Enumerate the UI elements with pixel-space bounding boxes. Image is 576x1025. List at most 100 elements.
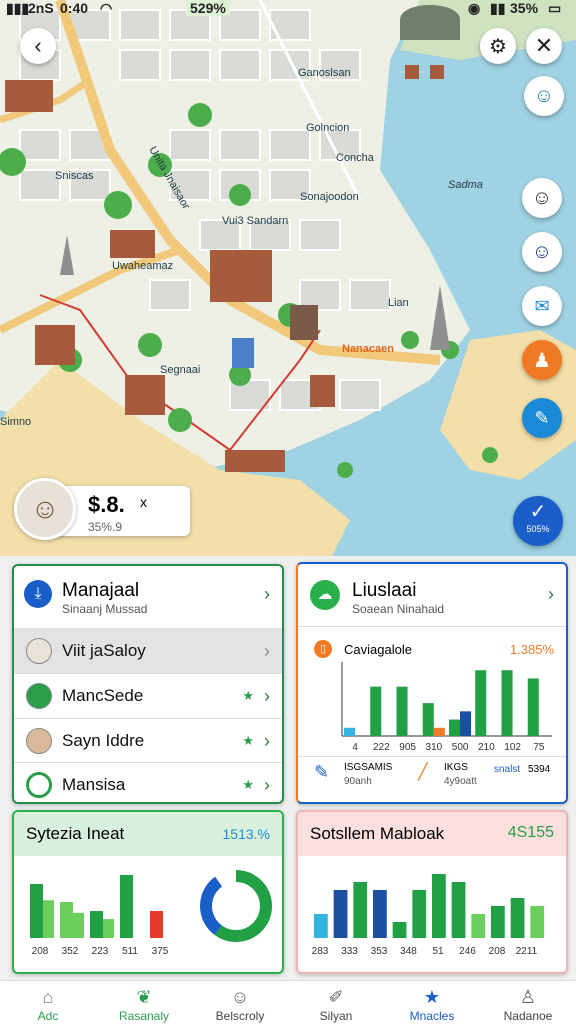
status-bar: ▮▮▮ 2nS 0:40 ◠ 529% ◉ ▮▮ 35% ▭: [0, 0, 576, 18]
chart-value: 1.385%: [509, 642, 554, 657]
card-title: Liuslaai: [352, 580, 417, 601]
person-icon: ☺: [531, 186, 553, 209]
nav-label: Adc: [37, 1009, 59, 1023]
chat-icon: ✉: [534, 295, 550, 316]
person-icon: ♟: [533, 349, 551, 372]
done-button[interactable]: ✓ 505%: [513, 496, 563, 546]
list-item-label: MancSede: [62, 686, 144, 705]
bar: [451, 882, 466, 938]
chevron-left-icon: ‹: [34, 33, 42, 58]
chip-value: $.8.: [88, 492, 125, 517]
pen-icon: ╱: [418, 764, 428, 781]
back-button[interactable]: ‹: [20, 28, 56, 64]
nav-item-home[interactable]: ⌂ Adc: [0, 981, 96, 1025]
footer-a: ISGSAMIS: [344, 762, 393, 773]
contact-avatar[interactable]: ☺: [522, 178, 562, 218]
person-icon: ☺: [531, 240, 553, 263]
chart-icon: ▯: [314, 640, 332, 658]
nav-item-edit[interactable]: ✐ Silyan: [288, 981, 384, 1025]
bar: [150, 911, 163, 938]
tick-label: 511: [122, 946, 138, 957]
avatar: [26, 638, 52, 664]
tick-label: 102: [504, 742, 521, 753]
star-icon: ★: [423, 987, 441, 1007]
bar: [90, 911, 103, 938]
tick-label: 905: [399, 742, 416, 753]
tick-label: 333: [341, 946, 358, 957]
tick-label: 75: [533, 742, 545, 753]
avatar: [26, 683, 52, 709]
tick-label: 310: [426, 742, 443, 753]
tick-label: 352: [62, 946, 79, 957]
map-label: Nanacaen: [342, 343, 394, 355]
map-label: Sniscas: [55, 170, 94, 182]
nav-label: Mnacles: [409, 1009, 455, 1023]
card-summary: Sotsllem Mabloak 4S155 283 333 353 348 51 246…: [296, 810, 568, 974]
nav-label: Belscroly: [215, 1009, 265, 1023]
signal-icon: ▮▮▮: [6, 0, 30, 16]
bar: [60, 902, 73, 938]
bar: [449, 719, 461, 736]
footer-d: 5394: [528, 764, 551, 775]
list-item[interactable]: Mansisa ★ ›: [14, 762, 282, 802]
map-label: Lian: [388, 297, 409, 309]
person-icon: ☺: [533, 84, 555, 107]
chevron-right-icon: ›: [264, 774, 270, 795]
upload-icon: ⤓: [24, 580, 52, 608]
nav-item-star[interactable]: ★ Mnacles: [384, 981, 480, 1025]
location-icon: ◉: [468, 0, 481, 16]
message-button[interactable]: ✎: [522, 398, 562, 438]
alert-button[interactable]: ♟: [522, 340, 562, 380]
bar: [471, 914, 486, 938]
card-value: 1513.%: [222, 826, 270, 842]
list-item-label: Viit jaSaloy: [62, 641, 146, 660]
tick-label: 208: [32, 946, 49, 957]
gear-icon: ⚙: [489, 35, 507, 58]
tool-icon: ✎: [314, 762, 330, 782]
tick-label: 210: [478, 742, 495, 753]
bar: [527, 678, 539, 736]
nav-item-leaf[interactable]: ❦ Rasanaly: [96, 981, 192, 1025]
contact-avatar[interactable]: ☺: [524, 76, 564, 116]
bar: [432, 874, 446, 938]
bar: [43, 900, 54, 938]
chevron-right-icon: ›: [264, 640, 270, 661]
list-item[interactable]: MancSede ★ ›: [14, 673, 282, 718]
close-button[interactable]: ✕: [526, 28, 562, 64]
person-icon: ♙: [519, 987, 537, 1007]
bar-chart: 4 222 905 310 500 210 102 75: [341, 662, 552, 753]
nav-item-profile[interactable]: ♙ Nadanoe: [480, 981, 576, 1025]
map-label: Vui3 Sandarn: [222, 215, 289, 227]
chevron-right-icon[interactable]: ›: [264, 584, 270, 605]
chevron-right-icon: ›: [264, 730, 270, 751]
bar: [510, 898, 525, 938]
tick-label: 2211: [516, 946, 538, 957]
footer-a2: 90anh: [344, 776, 372, 787]
footer-b2: 4y9oatt: [444, 776, 477, 787]
bar: [491, 906, 505, 938]
card-title: Sotsllem Mabloak: [310, 824, 445, 843]
footer-c: snalst: [494, 764, 521, 775]
bar: [333, 890, 348, 938]
bar-chart: 283 333 353 348 51 246 208 2211: [312, 874, 545, 957]
chip-close[interactable]: x: [140, 494, 147, 510]
settings-button[interactable]: ⚙: [480, 28, 516, 64]
bar: [433, 727, 445, 736]
bottom-nav: ⌂ Adc ❦ Rasanaly ☺ Belscroly ✐ Silyan ★ …: [0, 980, 576, 1025]
chevron-right-icon[interactable]: ›: [548, 584, 554, 605]
tick-label: 500: [452, 742, 469, 753]
list-item[interactable]: Viit jaSaloy ›: [14, 628, 282, 673]
chat-button[interactable]: ✉: [522, 286, 562, 326]
bar: [120, 875, 133, 938]
bar: [30, 884, 43, 938]
nav-item-people[interactable]: ☺ Belscroly: [192, 981, 288, 1025]
edit-icon: ✐: [328, 987, 344, 1007]
list-item[interactable]: Sayn Iddre ★ ›: [14, 718, 282, 763]
contact-avatar[interactable]: ☺: [522, 232, 562, 272]
footer-b: IKGS: [444, 762, 468, 773]
bar: [460, 711, 472, 736]
user-chip[interactable]: ☺ $.8. x 35%.9: [14, 478, 190, 542]
tick-label: 283: [312, 946, 329, 957]
card-usage: Sytezia Ineat 1513.% 208 352 223 511 375: [12, 810, 284, 974]
tick-label: 208: [489, 946, 506, 957]
